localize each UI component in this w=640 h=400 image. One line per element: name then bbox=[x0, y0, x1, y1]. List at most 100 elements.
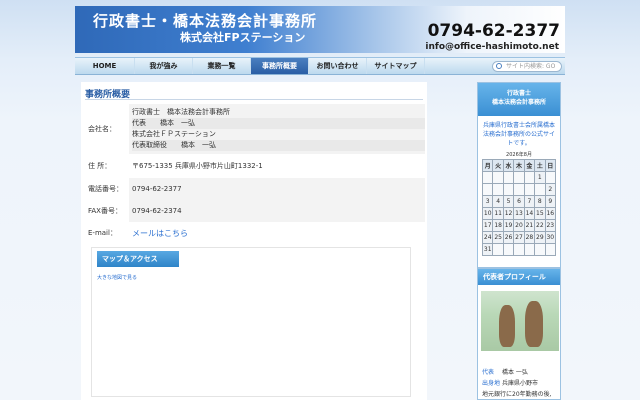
company-line: 行政書士 橋本法務会計事務所 bbox=[132, 108, 230, 116]
profile-origin-label: 出身地 bbox=[482, 380, 501, 387]
nav-sitemap[interactable]: サイトマップ bbox=[367, 58, 425, 74]
calendar-day bbox=[523, 171, 536, 184]
office-info-table: 会社名： 行政書士 橋本法務会計事務所 代表 橋本 一弘 株式会社ＦＰステーショ… bbox=[85, 104, 425, 244]
site-search-input[interactable]: サイト内検索: GO bbox=[492, 61, 562, 72]
weekday: 火 bbox=[492, 159, 504, 172]
office-description: 兵庫県行政書士会所属橋本法務会計事務所の公式サイトです。 bbox=[482, 122, 555, 147]
email-link[interactable]: メールはこちら bbox=[132, 229, 188, 238]
fax-value: 0794-62-2374 bbox=[129, 200, 425, 222]
calendar-day: 6 bbox=[513, 195, 525, 208]
tel-label: 電話番号： bbox=[88, 185, 123, 193]
calendar-week-row: 10 11 12 13 14 15 16 bbox=[481, 207, 557, 220]
table-row: 電話番号： 0794-62-2377 bbox=[85, 178, 425, 200]
calendar-day bbox=[492, 183, 504, 196]
calendar-day bbox=[534, 183, 546, 196]
profile-career: 地元銀行に20年勤務の後, bbox=[482, 391, 552, 398]
global-nav: HOME 我が強み 業務一覧 事務所概要 お問い合わせ サイトマップ サイト内検… bbox=[75, 57, 565, 75]
calendar: 2026年8月 月 火 水 木 金 土 日 1 2 3 4 5 6 7 8 9 10 11 12 13 1… bbox=[481, 151, 557, 256]
map-access-tab: マップ＆アクセス bbox=[97, 251, 179, 267]
calendar-week-row: 1 bbox=[481, 171, 557, 184]
large-map-link[interactable]: 大きな地図で見る bbox=[97, 274, 137, 281]
profile-name-label: 代表 bbox=[482, 369, 495, 376]
weekday: 日 bbox=[544, 159, 557, 172]
profile-origin: 兵庫県小野市 bbox=[502, 380, 539, 387]
divider bbox=[85, 99, 423, 100]
email-label: E-mail： bbox=[88, 229, 117, 237]
address-value: 〒675-1335 兵庫県小野市片山町1332-1 bbox=[132, 162, 263, 170]
calendar-day: 22 bbox=[534, 219, 546, 232]
calendar-day bbox=[481, 183, 494, 196]
calendar-day bbox=[513, 171, 525, 184]
calendar-caption: 2026年8月 bbox=[506, 152, 532, 158]
calendar-day bbox=[513, 183, 525, 196]
calendar-day bbox=[523, 243, 536, 256]
calendar-day: 21 bbox=[523, 219, 536, 232]
header-phone: 0794-62-2377 bbox=[427, 21, 560, 41]
site-header: 行政書士・橋本法務会計事務所 株式会社FPステーション 0794-62-2377… bbox=[75, 6, 565, 53]
weekday: 水 bbox=[502, 159, 515, 172]
calendar-day bbox=[502, 183, 515, 196]
weekday: 土 bbox=[534, 159, 546, 172]
sidebar: 行政書士 橋本法務会計事務所 兵庫県行政書士会所属橋本法務会計事務所の公式サイト… bbox=[477, 82, 561, 400]
calendar-day bbox=[481, 171, 494, 184]
header-email: info@office-hashimoto.net bbox=[425, 42, 559, 52]
calendar-days: 1 2 3 4 5 6 7 8 9 10 11 12 13 14 15 16 17 18 19 20 21 22 23 24 2… bbox=[481, 171, 557, 256]
main-content: 事務所概要 会社名： 行政書士 橋本法務会計事務所 代表 橋本 一弘 株式会社Ｆ… bbox=[81, 82, 427, 400]
calendar-day bbox=[502, 171, 515, 184]
calendar-week-row: 3456789 bbox=[481, 195, 557, 208]
calendar-day: 26 bbox=[502, 231, 515, 244]
office-box-title-line2: 橋本法務会計事務所 bbox=[491, 99, 546, 106]
nav-office-overview[interactable]: 事務所概要 bbox=[251, 58, 309, 74]
profile-name: 橋本 一弘 bbox=[502, 369, 528, 376]
calendar-day: 10 bbox=[481, 207, 494, 220]
nav-home[interactable]: HOME bbox=[75, 58, 135, 74]
calendar-day bbox=[492, 243, 504, 256]
calendar-weekday-row: 月 火 水 木 金 土 日 bbox=[481, 159, 557, 172]
calendar-day: 14 bbox=[523, 207, 536, 220]
nav-strengths[interactable]: 我が強み bbox=[135, 58, 193, 74]
calendar-day: 4 bbox=[492, 195, 504, 208]
calendar-day: 2 bbox=[544, 183, 557, 196]
statue-figure bbox=[499, 305, 515, 347]
profile-header: 代表者プロフィール bbox=[478, 269, 560, 285]
calendar-day bbox=[544, 243, 557, 256]
calendar-day: 1 bbox=[534, 171, 546, 184]
map-section: マップ＆アクセス 大きな地図で見る bbox=[91, 247, 411, 397]
calendar-day: 31 bbox=[481, 243, 494, 256]
calendar-day bbox=[544, 171, 557, 184]
office-box-header: 行政書士 橋本法務会計事務所 bbox=[478, 83, 560, 116]
search-placeholder: サイト内検索: GO bbox=[506, 63, 556, 70]
statue-figure bbox=[525, 301, 543, 347]
profile-photo bbox=[481, 291, 559, 351]
calendar-day: 16 bbox=[544, 207, 557, 220]
calendar-day: 24 bbox=[481, 231, 494, 244]
table-row: E-mail： メールはこちら bbox=[85, 222, 425, 244]
nav-services[interactable]: 業務一覧 bbox=[193, 58, 251, 74]
calendar-day bbox=[502, 243, 515, 256]
calendar-day: 8 bbox=[534, 195, 546, 208]
site-title: 行政書士・橋本法務会計事務所 bbox=[93, 12, 318, 30]
address-label: 住 所： bbox=[88, 162, 112, 170]
fax-label: FAX番号： bbox=[88, 207, 122, 215]
table-row: 会社名： 行政書士 橋本法務会計事務所 代表 橋本 一弘 株式会社ＦＰステーショ… bbox=[85, 104, 425, 154]
table-row: 住 所： 〒675-1335 兵庫県小野市片山町1332-1 bbox=[85, 154, 425, 178]
profile-box: 代表者プロフィール 代表 橋本 一弘 出身地 兵庫県小野市 地元銀行に20年勤務の後… bbox=[477, 268, 561, 400]
calendar-grid: 月 火 水 木 金 土 日 1 2 3 4 5 6 7 8 9 10 11 12 13 14 15 16 17 1… bbox=[481, 159, 557, 256]
site-subtitle: 株式会社FPステーション bbox=[180, 31, 306, 44]
calendar-day bbox=[513, 243, 525, 256]
calendar-week-row: 2 bbox=[481, 183, 557, 196]
nav-contact[interactable]: お問い合わせ bbox=[309, 58, 367, 74]
calendar-day: 18 bbox=[492, 219, 504, 232]
office-box-title-line1: 行政書士 bbox=[506, 90, 531, 97]
calendar-day: 15 bbox=[534, 207, 546, 220]
calendar-day: 5 bbox=[502, 195, 515, 208]
calendar-day: 25 bbox=[492, 231, 504, 244]
email-cell: メールはこちら bbox=[129, 222, 425, 244]
company-label: 会社名： bbox=[88, 125, 116, 133]
tel-value: 0794-62-2377 bbox=[129, 178, 425, 200]
company-line: 代表 橋本 一弘 bbox=[132, 118, 425, 129]
calendar-week-row: 31 bbox=[481, 243, 557, 256]
calendar-day: 11 bbox=[492, 207, 504, 220]
profile-details: 代表 橋本 一弘 出身地 兵庫県小野市 地元銀行に20年勤務の後, bbox=[482, 367, 552, 400]
calendar-day: 29 bbox=[534, 231, 546, 244]
